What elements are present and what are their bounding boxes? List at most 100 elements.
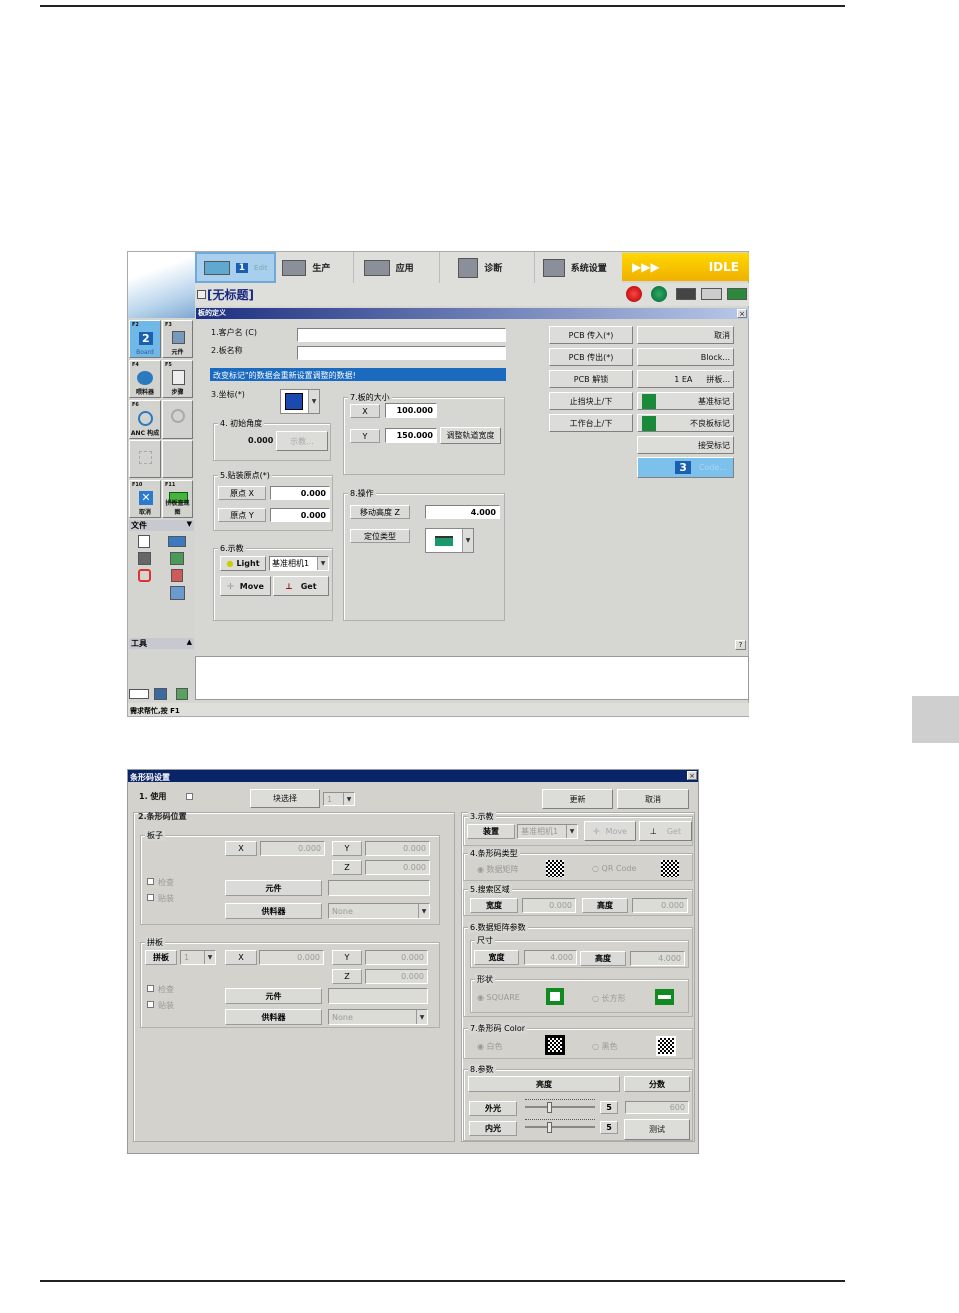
export-icon[interactable] [171, 569, 183, 582]
network-icon[interactable] [170, 586, 185, 600]
board-name-input[interactable] [297, 346, 506, 360]
printer-icon[interactable] [154, 688, 167, 700]
table-up-down-button[interactable]: 工作台上/下 [549, 414, 633, 432]
matrix-height-field[interactable]: 4.000 [630, 951, 685, 966]
teach-angle-button[interactable]: 示教... [276, 431, 328, 451]
new-file-icon[interactable] [138, 535, 150, 548]
board-height-input[interactable]: 150.000 [385, 428, 437, 443]
array-y-field[interactable]: 0.000 [365, 950, 428, 965]
save-icon[interactable] [138, 552, 151, 565]
bad-mark-button[interactable]: 不良板标记 [637, 414, 734, 432]
stopper-up-down-button[interactable]: 止挡块上/下 [549, 392, 633, 410]
import-icon[interactable] [170, 552, 184, 565]
board-width-input[interactable]: 100.000 [385, 403, 437, 418]
check-checkbox[interactable] [147, 985, 154, 992]
stop-button[interactable] [626, 286, 642, 302]
block-select-button[interactable]: 块选择 [250, 789, 320, 808]
mount-checkbox[interactable] [147, 1001, 154, 1008]
tools-section-header[interactable]: 工具 ▲ [129, 638, 194, 649]
update-button[interactable]: 更新 [542, 789, 613, 809]
array-feeder-select[interactable]: None ▼ [328, 1009, 428, 1025]
fkey-array-view[interactable]: F11 拼板直观图 [162, 480, 193, 518]
keyboard-icon[interactable] [676, 288, 696, 300]
array-select[interactable]: 1 ▼ [180, 950, 216, 965]
fkey-board[interactable]: F2 2 Board [129, 320, 161, 358]
square-radio[interactable]: ◉ SQUARE [477, 993, 520, 1002]
move-button[interactable]: ✛ Move [220, 576, 271, 596]
use-checkbox[interactable] [186, 793, 193, 800]
block-button[interactable]: Block... [637, 348, 734, 366]
inner-light-slider[interactable] [525, 1118, 595, 1136]
fiducial-button[interactable]: 基准标记 [637, 392, 734, 410]
tab-application[interactable]: 应用 [354, 252, 441, 283]
array-part-field[interactable] [328, 988, 428, 1004]
move-button[interactable]: ✛ Move [584, 821, 636, 841]
search-width-field[interactable]: 0.000 [522, 898, 576, 913]
check-checkbox[interactable] [147, 878, 154, 885]
light-button[interactable]: ● Light [220, 556, 266, 571]
tab-system-settings[interactable]: 系统设置 [535, 252, 622, 283]
monitor-icon[interactable] [727, 288, 747, 300]
qr-code-radio[interactable]: ○ QR Code [592, 864, 636, 873]
file-section-header[interactable]: 文件 ▼ [129, 520, 194, 531]
open-folder-icon[interactable] [168, 536, 186, 547]
tab-edit[interactable]: 1 Edit [195, 252, 277, 283]
pcb-out-button[interactable]: PCB 传出(*) [549, 348, 633, 366]
get-button[interactable]: ⊥ Get [273, 576, 329, 596]
mount-checkbox[interactable] [147, 894, 154, 901]
origin-y-input[interactable]: 0.000 [270, 508, 330, 522]
slider-thumb[interactable] [547, 1102, 552, 1113]
camera-select[interactable]: 基准相机1 ▼ [269, 556, 329, 571]
fkey-component[interactable]: F3 元件 [162, 320, 193, 358]
close-button[interactable]: × [737, 309, 747, 318]
tab-production[interactable]: 生产 [276, 252, 354, 283]
hand-icon[interactable] [701, 288, 722, 300]
locate-type-dropdown[interactable]: ▼ [425, 528, 474, 553]
help-button[interactable]: ? [735, 640, 746, 650]
white-radio[interactable]: ◉ 白色 [477, 1041, 503, 1052]
datamatrix-radio[interactable]: ◉ 数据矩阵 [477, 864, 519, 875]
board-z-field[interactable]: 0.000 [365, 860, 430, 875]
array-button[interactable]: 1 EA 拼板... [637, 370, 734, 388]
array-x-field[interactable]: 0.000 [259, 950, 324, 965]
close-button[interactable]: × [687, 771, 697, 780]
score-field[interactable]: 600 [625, 1101, 689, 1114]
coordinate-dropdown[interactable]: ▼ [280, 389, 320, 414]
slider-thumb[interactable] [547, 1122, 552, 1133]
board-x-field[interactable]: 0.000 [260, 841, 325, 856]
adjust-rail-width-button[interactable]: 调整轨道宽度 [440, 427, 501, 444]
cancel-button[interactable]: 取消 [637, 326, 734, 344]
board-part-field[interactable] [328, 880, 430, 896]
start-button[interactable] [651, 286, 667, 302]
power-icon[interactable] [138, 569, 151, 582]
board-y-field[interactable]: 0.000 [365, 841, 430, 856]
camera-select[interactable]: 基准相机1 ▼ [517, 824, 578, 839]
test-button[interactable]: 测试 [624, 1119, 690, 1140]
block-select-combo[interactable]: 1 ▼ [323, 792, 355, 806]
get-icon: ⊥ [649, 826, 657, 836]
outer-light-slider[interactable] [525, 1098, 595, 1116]
black-radio[interactable]: ○ 黑色 [592, 1041, 618, 1052]
trash-icon[interactable] [176, 688, 188, 700]
language-icon[interactable] [129, 689, 149, 699]
move-height-input[interactable]: 4.000 [425, 505, 500, 519]
matrix-width-field[interactable]: 4.000 [524, 950, 577, 965]
get-button[interactable]: ⊥ Get [639, 821, 692, 841]
rectangle-radio[interactable]: ○ 长方形 [592, 993, 626, 1004]
search-height-field[interactable]: 0.000 [632, 898, 688, 913]
fkey-step[interactable]: F5 步骤 [162, 360, 193, 398]
origin-x-input[interactable]: 0.000 [270, 486, 330, 500]
fkey-feeder[interactable]: F4 喂料器 [129, 360, 161, 398]
board-feeder-select[interactable]: None ▼ [328, 903, 430, 919]
tab-diagnostics[interactable]: 诊断 [440, 252, 535, 283]
fkey-cancel[interactable]: F10 ✕ 取消 [129, 480, 161, 518]
pcb-in-button[interactable]: PCB 传入(*) [549, 326, 633, 344]
pcb-unlock-button[interactable]: PCB 解锁 [549, 370, 633, 388]
origin-x-label: 原点 X [218, 486, 266, 500]
accept-mark-button[interactable]: 接受标记 [637, 436, 734, 454]
code-button[interactable]: 3 Code... [637, 457, 734, 478]
fkey-anc[interactable]: F6 ANC 构成 [129, 400, 161, 439]
cancel-button[interactable]: 取消 [617, 789, 689, 809]
customer-input[interactable] [297, 328, 506, 342]
array-z-field[interactable]: 0.000 [365, 969, 428, 984]
